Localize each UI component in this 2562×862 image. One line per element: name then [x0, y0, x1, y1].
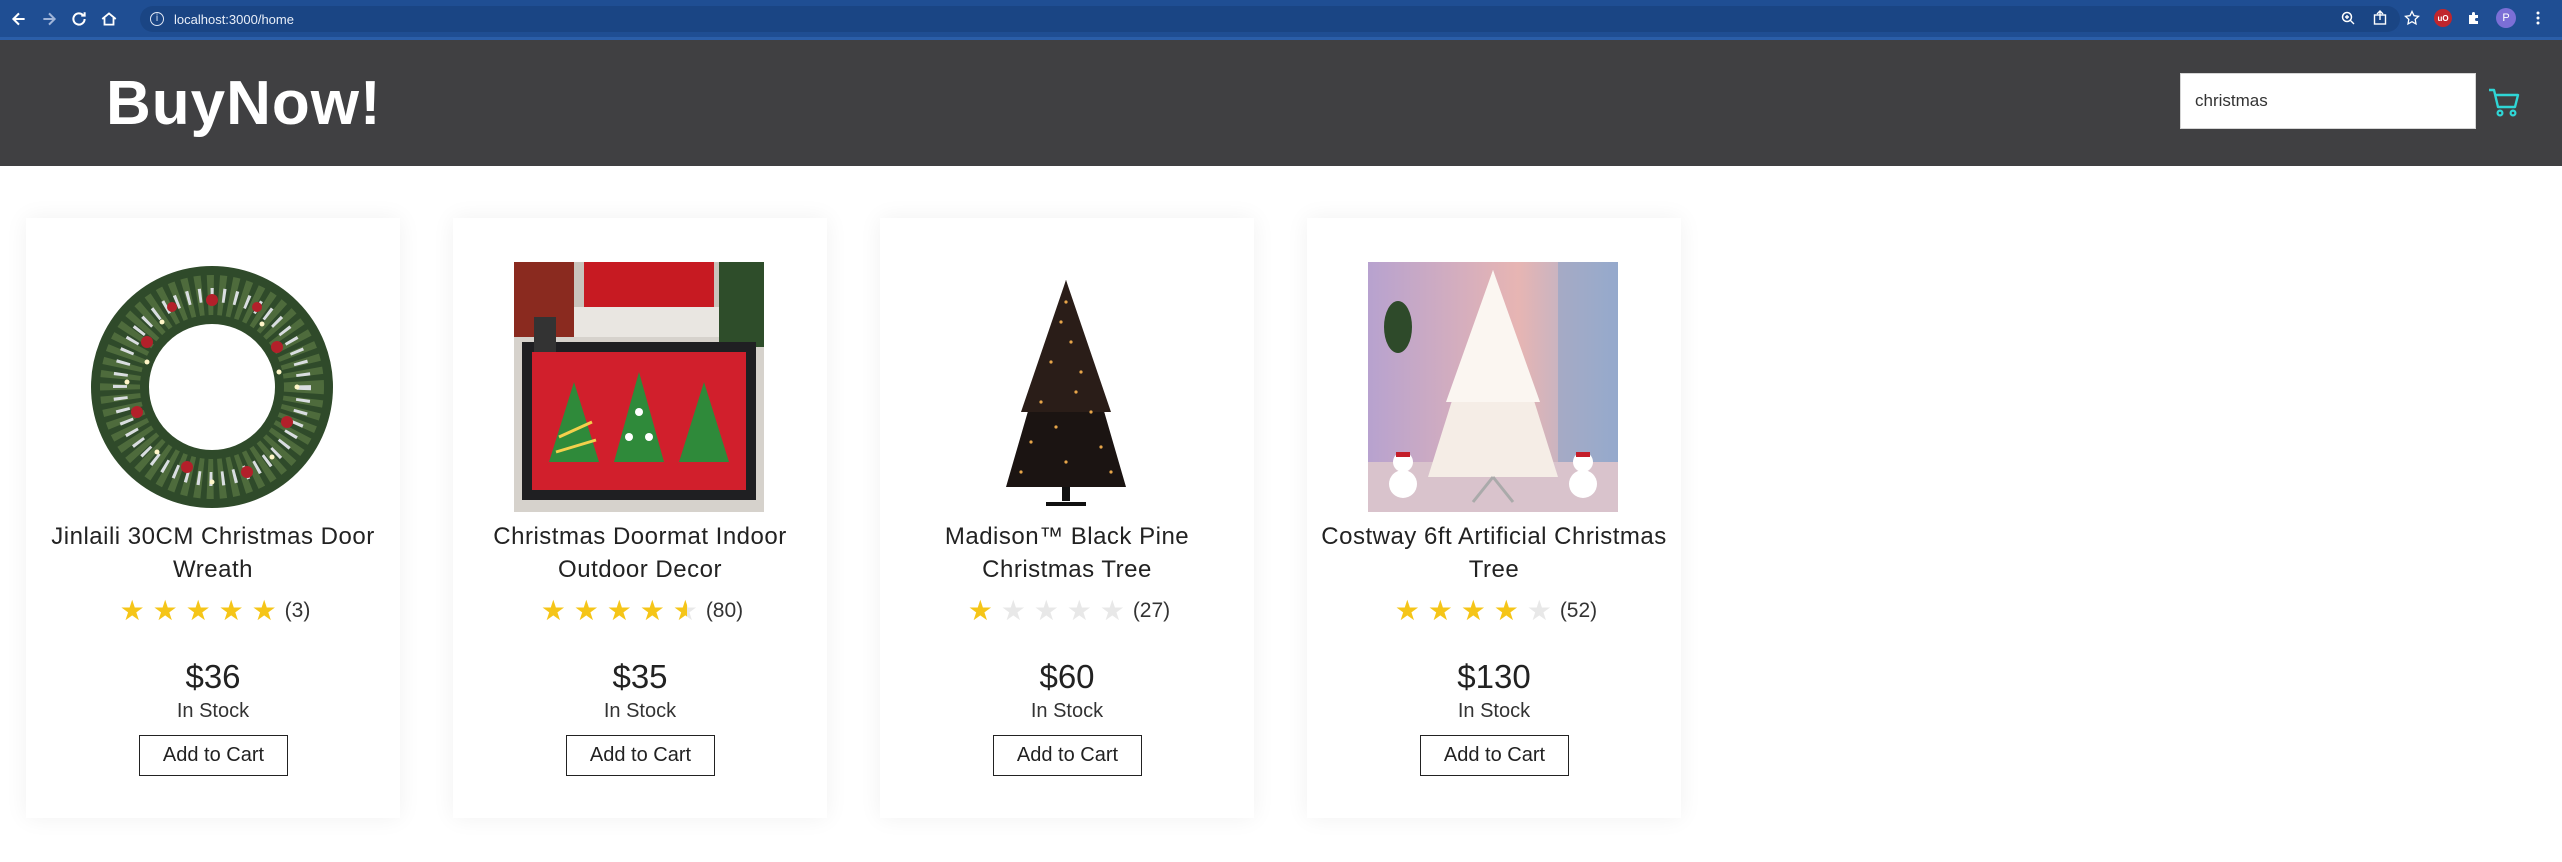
reload-icon[interactable]	[68, 8, 90, 30]
add-to-cart-button[interactable]: Add to Cart	[566, 735, 715, 776]
star-icon: ★	[251, 594, 277, 627]
product-title[interactable]: Jinlaili 30CM Christmas Door Wreath	[36, 520, 390, 586]
product-price: $130	[1457, 658, 1531, 695]
add-to-cart-button[interactable]: Add to Cart	[139, 735, 288, 776]
product-card[interactable]: Jinlaili 30CM Christmas Door Wreath ★ ★ ★ ★…	[26, 218, 400, 818]
review-count: (3)	[284, 599, 311, 622]
back-arrow-icon[interactable]	[8, 8, 30, 30]
product-image-doormat[interactable]	[514, 262, 764, 512]
star-icon: ★	[218, 594, 244, 627]
star-icon: ★	[1493, 594, 1519, 627]
zoom-icon[interactable]	[2338, 8, 2358, 28]
product-image-black-pine-tree[interactable]	[941, 262, 1191, 512]
star-icon: ★	[1394, 594, 1420, 627]
product-image-wreath[interactable]	[87, 262, 337, 512]
site-info-icon[interactable]: i	[150, 12, 164, 26]
home-icon[interactable]	[98, 8, 120, 30]
add-to-cart-button[interactable]: Add to Cart	[993, 735, 1142, 776]
star-icon: ★	[119, 594, 145, 627]
review-count: (52)	[1559, 599, 1598, 622]
product-image-white-christmas-tree[interactable]	[1368, 262, 1618, 512]
product-card[interactable]: Madison™ Black Pine Christmas Tree ★ ★ ★ ★ ★…	[880, 218, 1254, 818]
product-rating: ★ ★ ★ ★ ★ (3)	[26, 596, 400, 626]
product-rating: ★ ★ ★ ★ ★ (27)	[880, 596, 1254, 626]
review-count: (27)	[1132, 599, 1171, 622]
star-icon: ★	[152, 594, 178, 627]
star-icon: ★	[967, 594, 993, 627]
star-icon: ★	[1460, 594, 1486, 627]
star-icon: ★	[540, 594, 566, 627]
star-icon: ★	[1000, 594, 1026, 627]
star-icon: ★	[1099, 594, 1125, 627]
brand-logo-text[interactable]: BuyNow!	[106, 68, 382, 139]
extension-shield-icon[interactable]: uO	[2434, 9, 2452, 27]
product-card[interactable]: Costway 6ft Artificial Christmas Tree ★ ★…	[1307, 218, 1681, 818]
share-icon[interactable]	[2370, 8, 2390, 28]
stock-status: In Stock	[176, 700, 250, 722]
stock-status: In Stock	[1457, 700, 1531, 722]
star-icon: ★	[1033, 594, 1059, 627]
product-price: $60	[1039, 658, 1095, 695]
profile-avatar[interactable]: P	[2496, 8, 2516, 28]
site-header: BuyNow!	[0, 40, 2562, 166]
product-card[interactable]: Christmas Doormat Indoor Outdoor Decor ★…	[453, 218, 827, 818]
product-title[interactable]: Madison™ Black Pine Christmas Tree	[890, 520, 1244, 586]
product-rating: ★ ★ ★ ★ ★ (52)	[1307, 596, 1681, 626]
extensions-puzzle-icon[interactable]	[2464, 8, 2484, 28]
add-to-cart-button[interactable]: Add to Cart	[1420, 735, 1569, 776]
review-count: (80)	[705, 599, 744, 622]
star-icon: ★	[1526, 594, 1552, 627]
star-icon: ★	[573, 594, 599, 627]
cart-icon[interactable]	[2487, 86, 2521, 118]
star-icon: ★	[669, 596, 702, 626]
browser-toolbar: i localhost:3000/home uO P	[0, 0, 2562, 40]
address-bar[interactable]: i localhost:3000/home	[140, 6, 2400, 32]
product-price: $36	[185, 658, 241, 695]
more-menu-icon[interactable]	[2528, 8, 2548, 28]
bookmark-star-icon[interactable]	[2402, 8, 2422, 28]
search-input[interactable]	[2180, 73, 2476, 129]
product-title[interactable]: Christmas Doormat Indoor Outdoor Decor	[463, 520, 817, 586]
product-rating: ★ ★ ★ ★ ★ (80)	[453, 596, 827, 626]
star-icon: ★	[606, 594, 632, 627]
star-icon: ★	[185, 594, 211, 627]
forward-arrow-icon[interactable]	[38, 8, 60, 30]
star-icon: ★	[1066, 594, 1092, 627]
stock-status: In Stock	[603, 700, 677, 722]
stock-status: In Stock	[1030, 700, 1104, 722]
star-icon: ★	[639, 594, 665, 627]
star-icon: ★	[1427, 594, 1453, 627]
product-price: $35	[612, 658, 668, 695]
url-text: localhost:3000/home	[174, 11, 294, 27]
product-title[interactable]: Costway 6ft Artificial Christmas Tree	[1317, 520, 1671, 586]
